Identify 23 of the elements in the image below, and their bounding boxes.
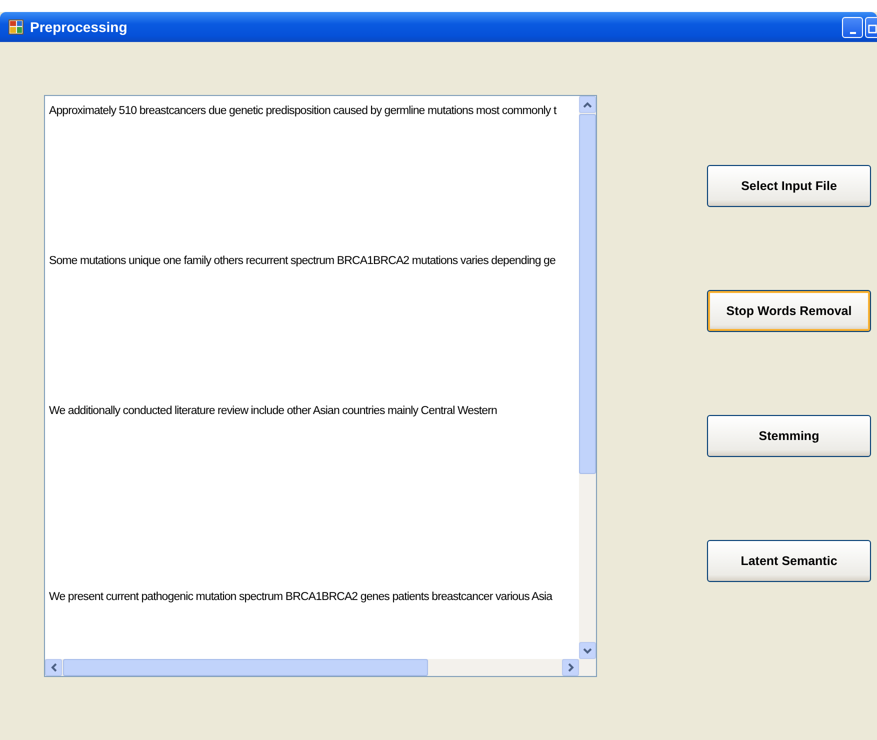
scroll-down-button[interactable]: [579, 642, 596, 659]
app-icon: [8, 19, 24, 35]
text-line: Approximately 510 breastcancers due genetic predisposition caused by germline mutations most commonly t: [49, 104, 558, 118]
action-button[interactable]: Stop Words Removal: [707, 290, 871, 332]
text-line: We additionally conducted literature review include other Asian countries mainly Central Western: [49, 404, 498, 418]
scrollbar-thumb[interactable]: [63, 659, 428, 676]
action-button[interactable]: Latent Semantic: [707, 540, 871, 582]
maximize-icon: [868, 24, 877, 34]
maximize-button[interactable]: [865, 16, 877, 38]
scroll-right-button[interactable]: [562, 659, 579, 676]
window-title: Preprocessing: [30, 19, 128, 35]
scroll-up-button[interactable]: [579, 96, 596, 113]
scrollbar-thumb[interactable]: [579, 114, 596, 474]
minimize-icon: [850, 32, 856, 34]
scroll-left-button[interactable]: [45, 659, 62, 676]
action-button[interactable]: Stemming: [707, 415, 871, 457]
text-line: We present current pathogenic mutation spectrum BRCA1BRCA2 genes patients breastcancer various Asia: [49, 590, 554, 604]
text-line: Some mutations unique one family others recurrent spectrum BRCA1BRCA2 mutations varies depending ge: [49, 254, 556, 268]
horizontal-scrollbar[interactable]: [45, 659, 596, 676]
minimize-button[interactable]: [842, 16, 863, 38]
text-box[interactable]: [44, 95, 597, 677]
vertical-scrollbar[interactable]: [579, 96, 596, 659]
action-button[interactable]: Select Input File: [707, 165, 871, 207]
